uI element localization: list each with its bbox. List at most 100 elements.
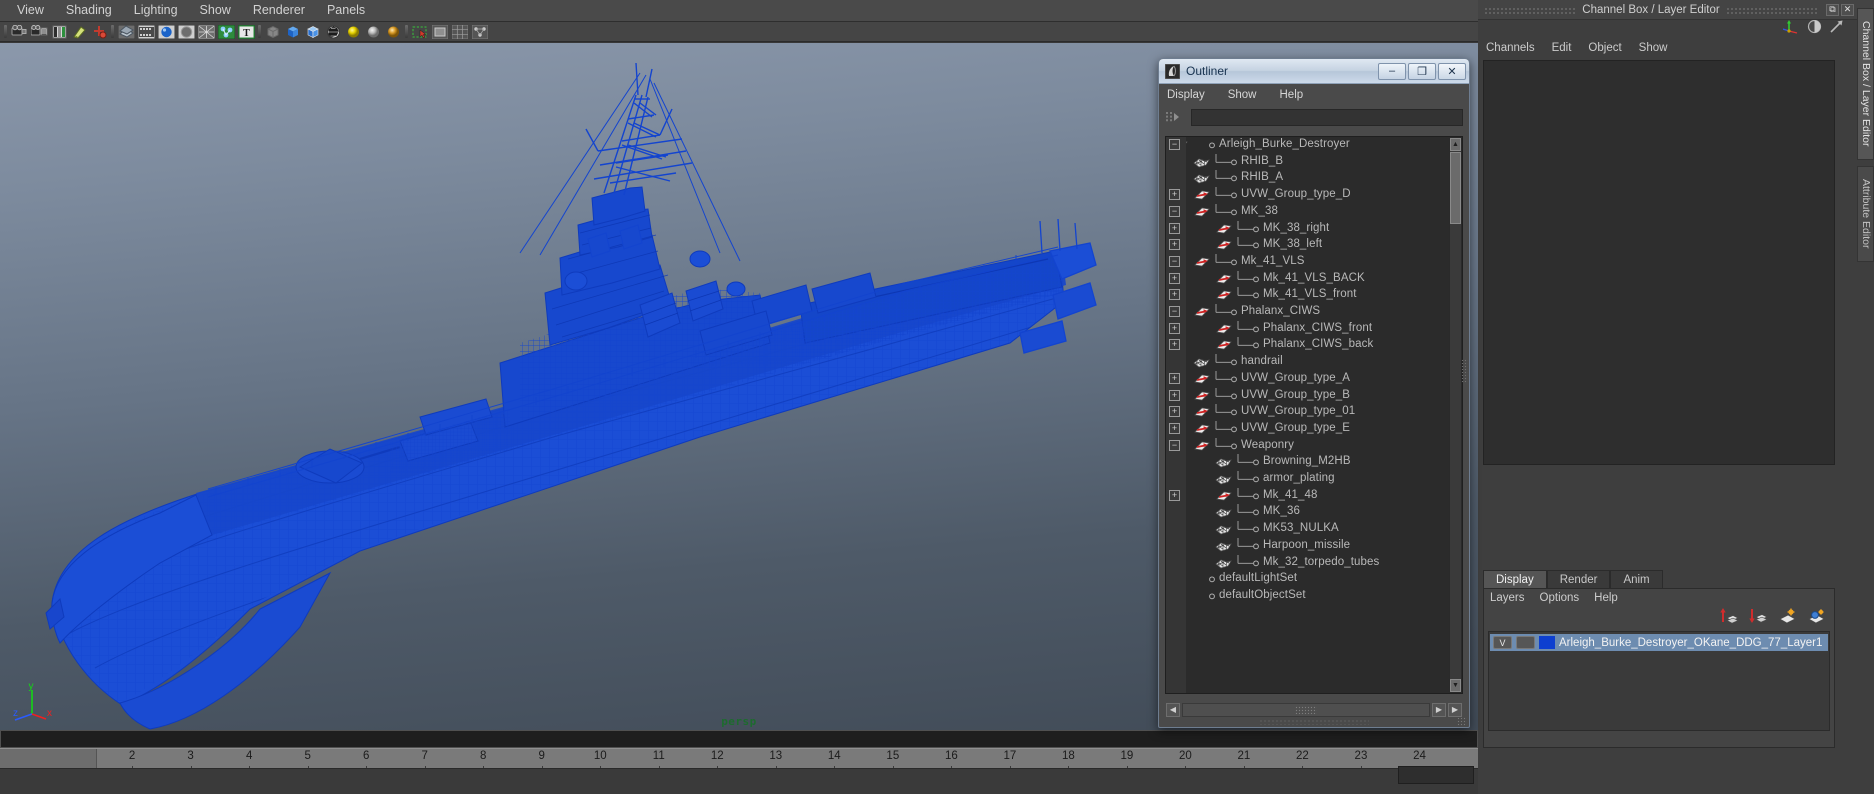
- horizontal-scroll-thumb[interactable]: [1182, 702, 1430, 717]
- yellow-light-icon[interactable]: [344, 23, 362, 40]
- film-gate-icon[interactable]: [137, 23, 155, 40]
- half-circle-icon[interactable]: [1807, 19, 1822, 39]
- outliner-tree[interactable]: Arleigh_Burke_Destroyer RHIB_B RHIB_A UVW_G…: [1186, 137, 1462, 693]
- outliner-side-grip[interactable]: [1461, 359, 1468, 383]
- outliner-close-button[interactable]: ✕: [1438, 62, 1466, 80]
- outliner-resize-grip[interactable]: [1457, 717, 1467, 726]
- time-slider-current-handle[interactable]: [0, 749, 97, 768]
- playback-range-bar[interactable]: [0, 730, 1478, 748]
- paint-effects-icon[interactable]: [70, 23, 88, 40]
- viewport-menu-shading[interactable]: Shading: [55, 1, 123, 20]
- outliner-item-uvw-group-type-d[interactable]: UVW_Group_type_D: [1186, 187, 1462, 204]
- viewport-menu-lighting[interactable]: Lighting: [123, 1, 189, 20]
- outliner-item-rhib-b[interactable]: RHIB_B: [1186, 153, 1462, 171]
- outliner-item-phalanx-ciws[interactable]: Phalanx_CIWS: [1186, 304, 1462, 321]
- checker-sphere-icon[interactable]: [324, 23, 342, 40]
- shaded-cube-outline-icon[interactable]: [304, 23, 322, 40]
- move-layer-down-icon[interactable]: [1749, 608, 1768, 629]
- arrow-diagonal-icon[interactable]: [1829, 19, 1844, 39]
- bookmark-icon[interactable]: [50, 23, 68, 40]
- layer-menu-options[interactable]: Options: [1540, 592, 1580, 604]
- scroll-left-icon[interactable]: ◀: [1166, 702, 1180, 717]
- outliner-item-weaponry[interactable]: Weaponry: [1186, 437, 1462, 455]
- expand-node-icon[interactable]: +: [1169, 422, 1180, 434]
- collapse-node-icon[interactable]: −: [1169, 255, 1180, 267]
- outliner-item-armor-plating[interactable]: armor_plating: [1186, 471, 1462, 488]
- outliner-horizontal-scrollbar[interactable]: ◀ ▶ ▶: [1166, 702, 1462, 717]
- smooth-shade-icon[interactable]: [157, 23, 175, 40]
- channel-box-menu-edit[interactable]: Edit: [1552, 41, 1581, 55]
- grid-icon[interactable]: [451, 23, 469, 40]
- expand-node-icon[interactable]: +: [1169, 339, 1180, 351]
- outliner-search-input[interactable]: [1191, 108, 1463, 126]
- move-layer-up-icon[interactable]: [1720, 607, 1739, 629]
- outliner-item-mk53-nulka[interactable]: MK53_NULKA: [1186, 521, 1462, 538]
- outliner-item-mk-36[interactable]: MK_36: [1186, 504, 1462, 521]
- viewport-menu-view[interactable]: View: [6, 1, 55, 20]
- expand-node-icon[interactable]: +: [1169, 222, 1180, 234]
- outliner-item-handrail[interactable]: handrail: [1186, 354, 1462, 371]
- vertical-scroll-thumb[interactable]: [1450, 152, 1461, 224]
- layer-color-swatch[interactable]: [1539, 636, 1555, 649]
- collapse-node-icon[interactable]: −: [1169, 205, 1180, 217]
- layer-menu-help[interactable]: Help: [1594, 592, 1618, 604]
- side-tab-attribute-editor[interactable]: Attribute Editor: [1857, 166, 1874, 262]
- viewport-menu-panels[interactable]: Panels: [316, 1, 376, 20]
- outliner-item-mk-41-vls-front[interactable]: Mk_41_VLS_front: [1186, 287, 1462, 304]
- channel-box-menu-channels[interactable]: Channels: [1486, 41, 1544, 55]
- layer-list[interactable]: V Arleigh_Burke_Destroyer_OKane_DDG_77_L…: [1488, 631, 1830, 731]
- channel-box-close-button[interactable]: ✕: [1841, 3, 1855, 16]
- text-icon[interactable]: T: [237, 23, 255, 40]
- select-region-icon[interactable]: [411, 23, 429, 40]
- layer-playback-toggle[interactable]: [1516, 636, 1535, 649]
- expand-node-icon[interactable]: +: [1169, 406, 1180, 418]
- side-tab-channel-box[interactable]: Channel Box / Layer Editor: [1857, 8, 1874, 160]
- wireframe-icon[interactable]: [117, 23, 135, 40]
- layer-row[interactable]: V Arleigh_Burke_Destroyer_OKane_DDG_77_L…: [1490, 634, 1828, 651]
- isolate-select-icon[interactable]: [431, 23, 449, 40]
- tab-display[interactable]: Display: [1483, 570, 1547, 588]
- outliner-item-mk-38-left[interactable]: MK_38_left: [1186, 237, 1462, 254]
- expand-node-icon[interactable]: +: [1169, 322, 1180, 334]
- gold-light-icon[interactable]: [384, 23, 402, 40]
- expand-node-icon[interactable]: +: [1169, 272, 1180, 284]
- outliner-item-mk-38-right[interactable]: MK_38_right: [1186, 220, 1462, 238]
- camera-icon[interactable]: [10, 23, 28, 40]
- expand-node-icon[interactable]: +: [1169, 239, 1180, 251]
- xray-cube-icon[interactable]: [264, 23, 282, 40]
- scroll-up-icon[interactable]: ▲: [1450, 138, 1461, 151]
- scroll-down-icon[interactable]: ▼: [1450, 679, 1461, 692]
- outliner-menu-show[interactable]: Show: [1228, 89, 1257, 101]
- new-layer-from-selected-icon[interactable]: [1807, 608, 1826, 629]
- channel-box-menu-object[interactable]: Object: [1588, 41, 1630, 55]
- outliner-item-defaultobjectset[interactable]: defaultObjectSet: [1186, 588, 1462, 605]
- expand-node-icon[interactable]: +: [1169, 372, 1180, 384]
- outliner-item-mk-41-vls-back[interactable]: Mk_41_VLS_BACK: [1186, 270, 1462, 288]
- layer-visibility-toggle[interactable]: V: [1493, 636, 1512, 649]
- outliner-item-uvw-group-type-01[interactable]: UVW_Group_type_01: [1186, 404, 1462, 421]
- snap-icon[interactable]: [471, 23, 489, 40]
- channel-box-content[interactable]: [1483, 60, 1835, 465]
- outliner-menu-help[interactable]: Help: [1280, 89, 1304, 101]
- collapse-node-icon[interactable]: −: [1169, 439, 1180, 451]
- outliner-minimize-button[interactable]: –: [1378, 62, 1406, 80]
- panel-drag-grip-right[interactable]: [1725, 5, 1819, 14]
- outliner-vertical-scrollbar[interactable]: ▲ ▼: [1449, 137, 1462, 693]
- outliner-item-mk-32-torpedo-tubes[interactable]: Mk_32_torpedo_tubes: [1186, 554, 1462, 572]
- ik-handle-icon[interactable]: [90, 23, 108, 40]
- layer-menu-layers[interactable]: Layers: [1490, 592, 1525, 604]
- outliner-item-harpoon-missile[interactable]: Harpoon_missile: [1186, 537, 1462, 555]
- channel-box-restore-button[interactable]: ⧉: [1826, 3, 1840, 16]
- outliner-maximize-button[interactable]: ❐: [1408, 62, 1436, 80]
- outliner-item-uvw-group-type-b[interactable]: UVW_Group_type_B: [1186, 387, 1462, 405]
- gray-light-icon[interactable]: [364, 23, 382, 40]
- outliner-bottom-grip[interactable]: [1259, 719, 1369, 725]
- shaded-cube-icon[interactable]: [284, 23, 302, 40]
- outliner-item-arleigh-burke-destroyer[interactable]: Arleigh_Burke_Destroyer: [1186, 137, 1462, 154]
- expand-node-icon[interactable]: +: [1169, 489, 1180, 501]
- flat-shade-icon[interactable]: [177, 23, 195, 40]
- outliner-item-rhib-a[interactable]: RHIB_A: [1186, 170, 1462, 187]
- expand-node-icon[interactable]: +: [1169, 289, 1180, 301]
- outliner-item-defaultlightset[interactable]: defaultLightSet: [1186, 571, 1462, 588]
- collapse-node-icon[interactable]: −: [1169, 306, 1180, 317]
